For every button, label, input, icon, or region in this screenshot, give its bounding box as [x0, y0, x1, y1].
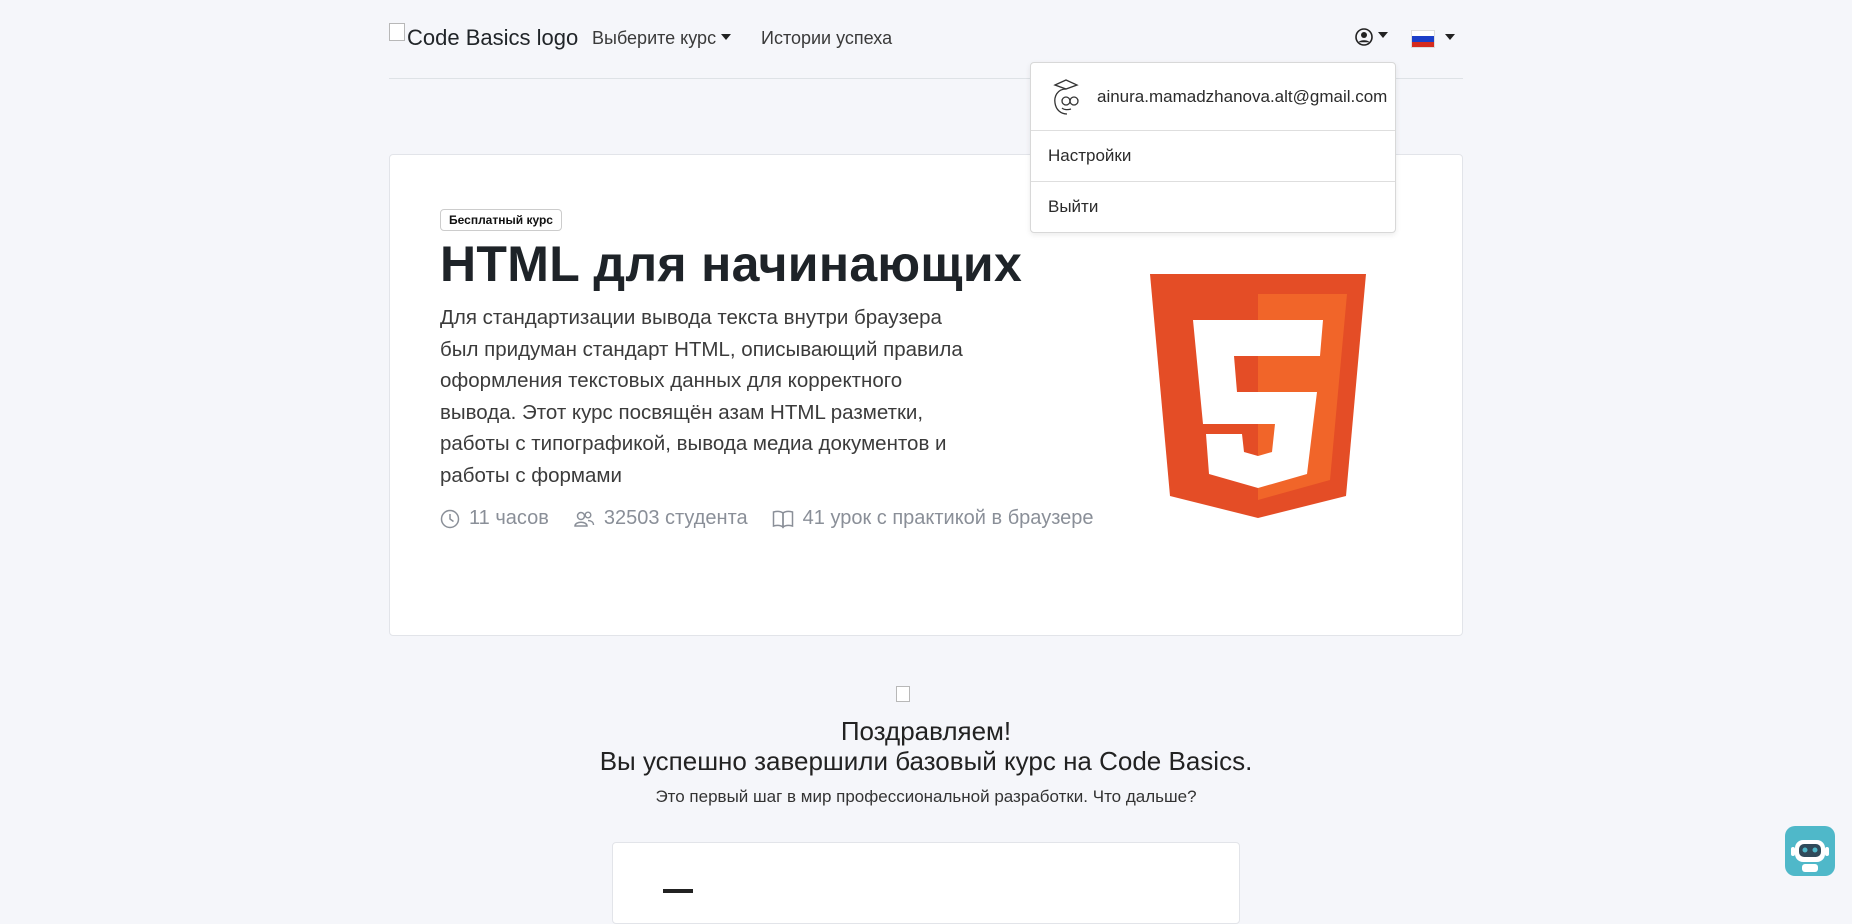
chat-bot-button[interactable]: [1785, 826, 1835, 876]
nav-course-dropdown[interactable]: Выберите курс: [592, 28, 732, 49]
broken-image-icon: [389, 23, 405, 41]
nav-success-stories[interactable]: Истории успеха: [761, 28, 892, 49]
duration-stat: 11 часов: [440, 507, 549, 530]
students-text: 32503 студента: [603, 507, 748, 529]
course-title: HTML для начинающих: [440, 236, 1023, 292]
duration-text: 11 часов: [469, 507, 549, 529]
congrats-title: Поздравляем!: [840, 716, 1012, 746]
clock-icon: [440, 509, 460, 528]
menu-item-logout[interactable]: Выйти: [1031, 182, 1395, 232]
user-circle-icon: [1355, 28, 1373, 46]
caret-down-icon: [721, 34, 732, 41]
user-dropdown-menu: ainura.mamadzhanova.alt@gmail.com Настро…: [1030, 62, 1396, 233]
course-description: Для стандартизации вывода текста внутри …: [440, 306, 963, 487]
congrats-subtitle: Вы успешно завершили базовый курс на Cod…: [599, 746, 1253, 776]
course-stats: 11 часов 32503 студента 41 урок с практи…: [440, 507, 1118, 530]
logo-alt-text: Code Basics logo: [407, 25, 579, 50]
logo-link[interactable]: Code Basics logo: [389, 23, 579, 51]
caret-down-icon: [1378, 32, 1388, 38]
user-email: ainura.mamadzhanova.alt@gmail.com: [1097, 86, 1388, 106]
next-step-card[interactable]: [612, 842, 1240, 924]
language-toggle[interactable]: [1411, 30, 1455, 48]
caret-down-icon: [1445, 34, 1455, 40]
user-menu-toggle[interactable]: [1355, 28, 1388, 46]
people-icon: [574, 511, 595, 527]
lessons-text: 41 урок с практикой в браузере: [802, 507, 1094, 529]
nav-course-label: Выберите курс: [592, 28, 717, 48]
russia-flag-icon: [1411, 30, 1435, 48]
congrats-text: Это первый шаг в мир профессиональной ра…: [655, 787, 1197, 806]
lessons-stat: 41 урок с практикой в браузере: [772, 507, 1094, 530]
free-course-badge: Бесплатный курс: [440, 209, 562, 231]
book-icon: [772, 510, 793, 529]
robot-icon: [1791, 840, 1829, 872]
menu-item-settings[interactable]: Настройки: [1031, 131, 1395, 182]
avatar-icon: [1053, 78, 1079, 115]
students-stat: 32503 студента: [573, 507, 748, 530]
next-step-icon: [663, 889, 693, 899]
dropdown-user-info[interactable]: ainura.mamadzhanova.alt@gmail.com: [1031, 63, 1395, 131]
broken-image-icon: [896, 686, 910, 702]
html5-logo-icon: [1150, 274, 1366, 518]
